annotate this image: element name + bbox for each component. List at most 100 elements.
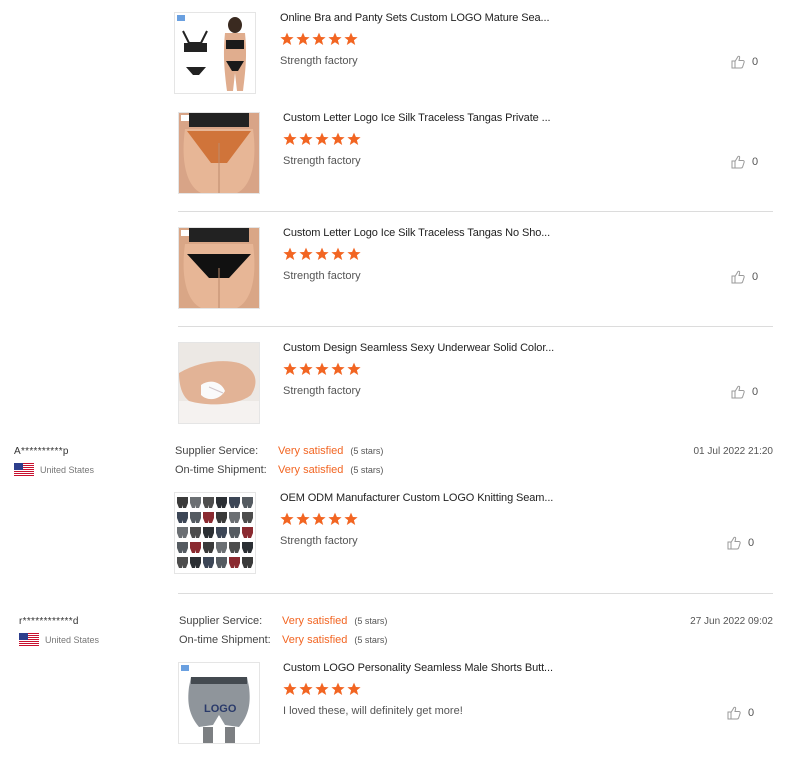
product-thumbnail[interactable]: LOGO: [178, 662, 260, 744]
thumbs-up-icon: [730, 154, 746, 170]
star-icon: [315, 247, 329, 261]
product-title[interactable]: Custom Design Seamless Sexy Underwear So…: [283, 342, 554, 354]
us-flag-icon: [14, 463, 34, 476]
rating-label: On-time Shipment:: [175, 464, 267, 476]
like-button[interactable]: 0: [730, 269, 758, 285]
star-icon: [283, 362, 297, 376]
review-text: Strength factory: [280, 55, 358, 67]
review-text: I loved these, will definitely get more!: [283, 705, 463, 717]
like-count: 0: [748, 707, 755, 719]
star-icon: [344, 512, 358, 526]
like-button[interactable]: 0: [730, 384, 758, 400]
star-rating: [283, 247, 361, 261]
star-icon: [299, 132, 313, 146]
review-date: 27 Jun 2022 09:02: [690, 616, 773, 627]
product-thumbnail[interactable]: [174, 492, 256, 574]
product-title[interactable]: Custom Letter Logo Ice Silk Traceless Ta…: [283, 227, 550, 239]
like-button[interactable]: 0: [730, 54, 758, 70]
star-rating: [283, 132, 361, 146]
product-thumbnail[interactable]: [174, 12, 256, 94]
star-icon: [331, 682, 345, 696]
supplier-service-rating: Supplier Service: Very satisfied (5 star…: [175, 445, 383, 457]
review-text: Strength factory: [283, 270, 361, 282]
star-icon: [315, 682, 329, 696]
rating-value: Very satisfied: [278, 445, 344, 457]
product-item: Custom Letter Logo Ice Silk Traceless Ta…: [178, 227, 774, 311]
like-count: 0: [752, 156, 759, 168]
star-icon: [331, 362, 345, 376]
star-icon: [299, 247, 313, 261]
reviewer-info: A**********p United States: [14, 446, 94, 476]
product-title[interactable]: OEM ODM Manufacturer Custom LOGO Knittin…: [280, 492, 553, 504]
divider: [178, 211, 773, 212]
star-icon: [347, 132, 361, 146]
reviewer-country: United States: [14, 463, 94, 476]
star-icon: [312, 32, 326, 46]
product-title[interactable]: Online Bra and Panty Sets Custom LOGO Ma…: [280, 12, 550, 24]
star-rating: [283, 362, 361, 376]
product-title[interactable]: Custom LOGO Personality Seamless Male Sh…: [283, 662, 553, 674]
review-text: Strength factory: [280, 535, 358, 547]
like-button[interactable]: 0: [726, 535, 754, 551]
product-thumbnail[interactable]: [178, 227, 260, 309]
review-text: Strength factory: [283, 385, 361, 397]
star-icon: [315, 362, 329, 376]
product-image-logo-text: LOGO: [204, 703, 237, 715]
product-title[interactable]: Custom Letter Logo Ice Silk Traceless Ta…: [283, 112, 551, 124]
star-icon: [347, 362, 361, 376]
product-item: LOGO Custom LOGO Personality Seamless Ma…: [178, 662, 774, 746]
on-time-shipment-rating: On-time Shipment: Very satisfied (5 star…: [175, 464, 383, 476]
star-icon: [280, 512, 294, 526]
star-icon: [283, 682, 297, 696]
like-count: 0: [752, 56, 759, 68]
star-icon: [296, 32, 310, 46]
divider: [178, 593, 773, 594]
rating-stars: (5 stars): [350, 446, 384, 456]
product-item: Custom Letter Logo Ice Silk Traceless Ta…: [178, 112, 774, 196]
product-item: Custom Design Seamless Sexy Underwear So…: [178, 342, 774, 426]
star-icon: [280, 32, 294, 46]
thumbs-up-icon: [730, 269, 746, 285]
like-count: 0: [752, 271, 759, 283]
product-item: OEM ODM Manufacturer Custom LOGO Knittin…: [174, 492, 774, 576]
rating-stars: (5 stars): [354, 616, 388, 626]
star-icon: [299, 362, 313, 376]
product-thumbnail[interactable]: [178, 112, 260, 194]
like-count: 0: [752, 386, 759, 398]
like-count: 0: [748, 537, 755, 549]
country-name: United States: [40, 464, 95, 475]
reviewer-name: A**********p: [14, 446, 69, 457]
reviewer-country: United States: [19, 633, 99, 646]
star-rating: [280, 512, 358, 526]
rating-label: On-time Shipment:: [179, 634, 271, 646]
thumbs-up-icon: [726, 535, 742, 551]
star-icon: [283, 247, 297, 261]
like-button[interactable]: 0: [726, 705, 754, 721]
rating-label: Supplier Service:: [175, 445, 259, 457]
star-icon: [328, 32, 342, 46]
rating-label: Supplier Service:: [179, 615, 263, 627]
product-item: Online Bra and Panty Sets Custom LOGO Ma…: [174, 12, 774, 96]
star-icon: [331, 132, 345, 146]
rating-stars: (5 stars): [350, 465, 384, 475]
reviewer-name: r************d: [19, 616, 79, 627]
star-icon: [331, 247, 345, 261]
star-icon: [344, 32, 358, 46]
like-button[interactable]: 0: [730, 154, 758, 170]
thumbs-up-icon: [730, 54, 746, 70]
on-time-shipment-rating: On-time Shipment: Very satisfied (5 star…: [179, 634, 387, 646]
star-icon: [312, 512, 326, 526]
thumbs-up-icon: [730, 384, 746, 400]
star-rating: [280, 32, 358, 46]
product-thumbnail[interactable]: [178, 342, 260, 424]
country-name: United States: [45, 634, 100, 645]
rating-value: Very satisfied: [278, 464, 344, 476]
rating-stars: (5 stars): [354, 635, 388, 645]
star-icon: [296, 512, 310, 526]
star-icon: [347, 682, 361, 696]
review-text: Strength factory: [283, 155, 361, 167]
divider: [178, 326, 773, 327]
review-date: 01 Jul 2022 21:20: [693, 446, 773, 457]
star-rating: [283, 682, 361, 696]
star-icon: [347, 247, 361, 261]
